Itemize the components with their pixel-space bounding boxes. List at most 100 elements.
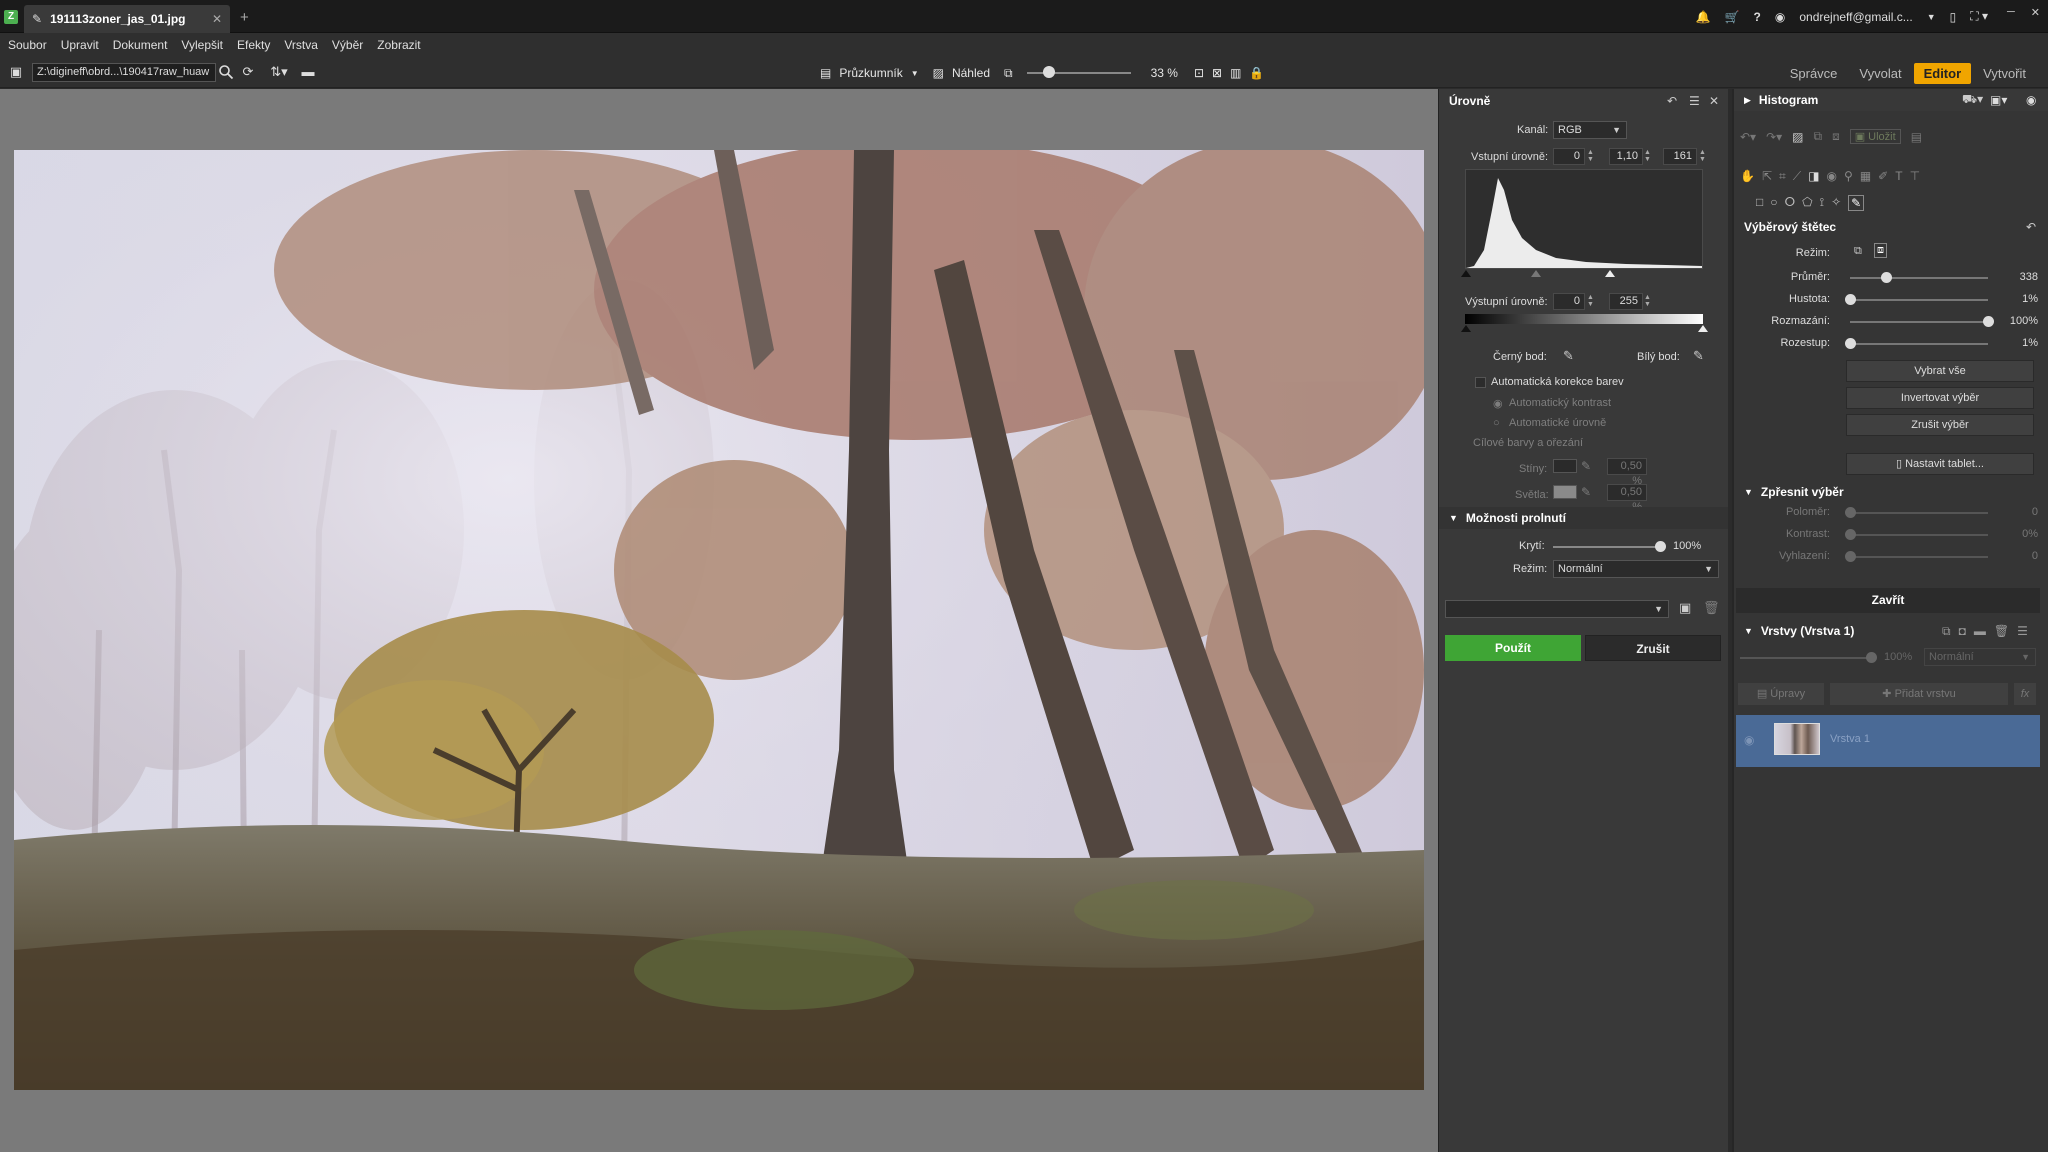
- refine-selection-header[interactable]: ▼ Zpřesnit výběr: [1734, 481, 2048, 503]
- radius-slider-knob[interactable]: [1845, 507, 1856, 518]
- close-panel-icon[interactable]: ✕: [1709, 94, 1719, 108]
- edited-photo[interactable]: [14, 150, 1424, 1090]
- account-email[interactable]: ondrejneff@gmail.c...: [1799, 10, 1912, 24]
- undo-icon[interactable]: ↶▾: [1740, 130, 1756, 144]
- density-slider[interactable]: [1850, 299, 1988, 301]
- close-tab-icon[interactable]: ✕: [212, 12, 222, 26]
- layer-opacity-slider[interactable]: [1740, 657, 1870, 659]
- layers-header[interactable]: ▼ Vrstvy (Vrstva 1) ⧉ ◘ ▬ 🗑 ☰: [1734, 620, 2048, 642]
- blur-slider-knob[interactable]: [1983, 316, 1994, 327]
- hand-tool-icon[interactable]: ✋: [1740, 169, 1755, 184]
- notification-bell-icon[interactable]: 🔔: [1696, 10, 1711, 24]
- fit-fill-icon[interactable]: ⊠: [1212, 66, 1222, 80]
- text-tool-icon[interactable]: T: [1895, 169, 1902, 184]
- magic-wand-icon[interactable]: ✧: [1831, 195, 1841, 211]
- document-tab[interactable]: ✎ 191113zoner_jas_01.jpg ✕: [24, 5, 230, 33]
- crop-tool-icon[interactable]: ⌗: [1779, 169, 1786, 184]
- chevron-down-icon[interactable]: ▼: [911, 69, 919, 78]
- paste-icon[interactable]: ⧈: [1832, 129, 1840, 144]
- layer-opacity-knob[interactable]: [1866, 652, 1877, 663]
- cancel-selection-button[interactable]: Zrušit výběr: [1846, 414, 2034, 436]
- mode-add-icon[interactable]: ⧉: [1854, 245, 1862, 258]
- density-slider-knob[interactable]: [1845, 294, 1856, 305]
- delete-layer-icon[interactable]: 🗑: [1994, 624, 2009, 639]
- highlights-field[interactable]: 0,50 %: [1607, 484, 1647, 513]
- channel-select[interactable]: RGB ▼: [1553, 121, 1627, 139]
- window-close-icon[interactable]: ✕: [2031, 6, 2040, 19]
- save-preset-icon[interactable]: ▣: [1679, 600, 1691, 616]
- input-white-field[interactable]: 161: [1663, 148, 1697, 165]
- input-black-slider[interactable]: [1461, 270, 1471, 277]
- red-eye-tool-icon[interactable]: ◉: [1827, 169, 1837, 184]
- diameter-slider-knob[interactable]: [1880, 272, 1892, 283]
- visibility-eye-icon[interactable]: ◉: [1744, 733, 1754, 747]
- path-field[interactable]: Z:\digineff\obrd...\190417raw_huaw: [32, 63, 216, 82]
- new-tab-button[interactable]: +: [240, 9, 249, 26]
- apply-button[interactable]: Použít: [1445, 635, 1581, 661]
- image-icon[interactable]: ▨: [1792, 130, 1803, 144]
- search-icon[interactable]: [218, 64, 234, 80]
- auto-color-checkbox[interactable]: [1475, 377, 1486, 388]
- smoothing-slider-knob[interactable]: [1845, 551, 1856, 562]
- layer-item[interactable]: ◉ Vrstva 1: [1736, 715, 2040, 767]
- auto-levels-radio[interactable]: ○: [1493, 417, 1500, 429]
- rect-select-icon[interactable]: □: [1756, 195, 1763, 211]
- layers-menu-icon[interactable]: ☰: [2017, 624, 2028, 639]
- refresh-icon[interactable]: ⟳: [240, 64, 256, 80]
- shadows-field[interactable]: 0,50 %: [1607, 458, 1647, 487]
- adjustments-button[interactable]: ▤ Úpravy: [1738, 683, 1824, 705]
- layer-mode-select[interactable]: Normální ▼: [1924, 648, 2036, 666]
- cart-icon[interactable]: 🛒: [1725, 10, 1740, 24]
- output-white-stepper[interactable]: ▲ ▼: [1644, 294, 1652, 308]
- camera-icon[interactable]: ▣▾: [1990, 93, 2007, 107]
- blur-slider[interactable]: [1850, 321, 1988, 323]
- redo-icon[interactable]: ↷▾: [1766, 130, 1782, 144]
- external-window-icon[interactable]: ⧉: [1004, 66, 1013, 81]
- selection-brush-icon[interactable]: ✎: [1848, 195, 1865, 211]
- lock-icon[interactable]: 🔒: [1249, 66, 1264, 80]
- save-button[interactable]: ▣ Uložit: [1849, 129, 1901, 144]
- add-layer-button[interactable]: ✚ Přidat vrstvu: [1830, 683, 2008, 705]
- shape-tool-icon[interactable]: ⊤: [1910, 169, 1920, 184]
- highlights-swatch[interactable]: [1553, 485, 1577, 499]
- zoom-slider-knob[interactable]: [1043, 66, 1056, 78]
- input-gamma-field[interactable]: 1,10: [1609, 148, 1643, 165]
- input-black-field[interactable]: 0: [1553, 148, 1585, 165]
- magnetic-lasso-icon[interactable]: ⟟: [1820, 195, 1824, 211]
- menu-layer[interactable]: Vrstva: [284, 38, 318, 52]
- undo-icon[interactable]: ↶: [1667, 94, 1677, 108]
- sort-icon[interactable]: ⇅▾: [266, 64, 292, 80]
- layer-folder-icon[interactable]: ▬: [1974, 624, 1986, 639]
- white-eyedropper-icon[interactable]: ✎: [1693, 348, 1704, 364]
- save-as-icon[interactable]: ▤: [1911, 130, 1922, 144]
- ellipse-select-icon[interactable]: ○: [1770, 195, 1777, 211]
- output-white-field[interactable]: 255: [1609, 293, 1643, 310]
- minimize-icon[interactable]: ─: [2007, 6, 2015, 19]
- brush-tool-icon[interactable]: ✐: [1878, 169, 1888, 184]
- settings-icon[interactable]: ◉: [2026, 93, 2036, 107]
- blend-options-header[interactable]: ▼ Možnosti prolnutí: [1439, 507, 1728, 529]
- folder-icon[interactable]: ▬: [300, 64, 316, 80]
- mode-subtract-icon[interactable]: ⧈: [1874, 243, 1887, 258]
- contrast-slider[interactable]: [1850, 534, 1988, 536]
- menu-edit[interactable]: Upravit: [61, 38, 99, 52]
- help-icon[interactable]: ?: [1754, 10, 1761, 24]
- auto-color-label[interactable]: Automatická korekce barev: [1491, 376, 1624, 388]
- spacing-slider[interactable]: [1850, 343, 1988, 345]
- mode-manager[interactable]: Správce: [1780, 63, 1848, 84]
- opacity-slider-knob[interactable]: [1655, 541, 1666, 552]
- retouch-tool-icon[interactable]: ▦: [1860, 169, 1871, 184]
- preview-button[interactable]: Náhled: [952, 66, 990, 80]
- shadows-swatch[interactable]: [1553, 459, 1577, 473]
- duplicate-layer-icon[interactable]: ⧉: [1942, 624, 1951, 639]
- preset-select[interactable]: ▼: [1445, 600, 1669, 618]
- cart-icon[interactable]: ⛟▾: [1962, 92, 1983, 108]
- spacing-slider-knob[interactable]: [1845, 338, 1856, 349]
- output-black-slider[interactable]: [1461, 325, 1471, 332]
- menu-effects[interactable]: Efekty: [237, 38, 270, 52]
- menu-file[interactable]: Soubor: [8, 38, 47, 52]
- lasso-icon[interactable]: ⵔ: [1785, 195, 1796, 211]
- layer-mask-icon[interactable]: ◘: [1959, 624, 1966, 639]
- diameter-slider[interactable]: [1850, 277, 1988, 279]
- blend-mode-select[interactable]: Normální ▼: [1553, 560, 1719, 578]
